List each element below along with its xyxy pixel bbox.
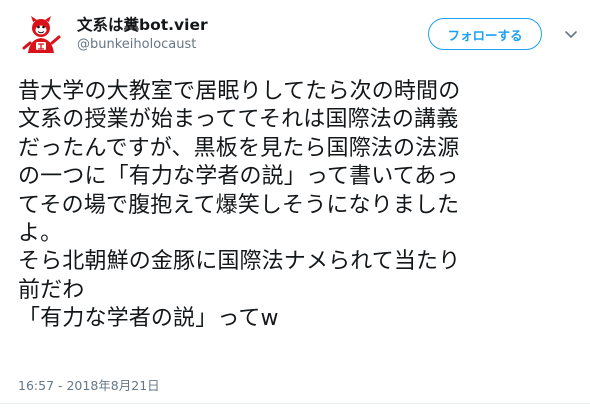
screen-name[interactable]: @bunkeiholocaust [77, 37, 196, 52]
divider [0, 403, 590, 404]
tweet-timestamp[interactable]: 16:57 - 2018年8月21日 [18, 375, 160, 394]
tweet-text: 昔大学の大教室で居眠りしてたら次の時間の 文系の授業が始まっててそれは国際法の講… [18, 79, 461, 332]
follow-button[interactable]: フォローする [428, 18, 542, 50]
chevron-down-icon-svg [565, 31, 577, 38]
avatar[interactable] [18, 13, 64, 59]
display-name[interactable]: 文系は糞bot.vier [77, 13, 208, 35]
avatar-image [18, 13, 64, 59]
tweet-card: 文系は糞bot.vier @bunkeiholocaust フォローする 昔大学… [0, 0, 590, 415]
follow-button-label: フォローする [447, 27, 523, 43]
chevron-down-icon[interactable] [563, 26, 579, 42]
